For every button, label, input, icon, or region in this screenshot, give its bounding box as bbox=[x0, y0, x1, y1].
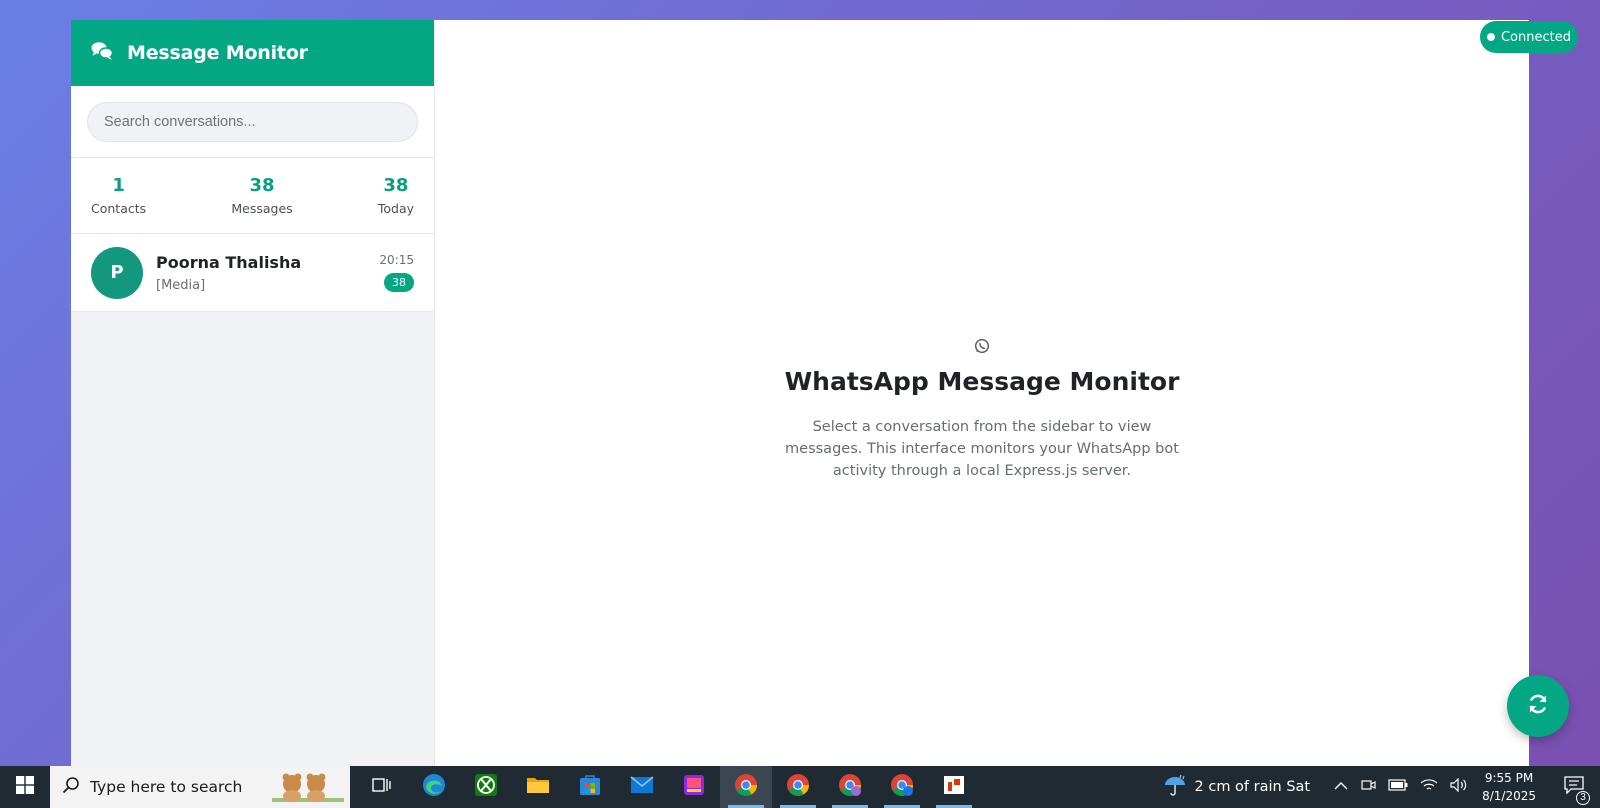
chrome-icon bbox=[838, 773, 862, 802]
microsoft-store-app[interactable] bbox=[564, 766, 616, 808]
chevron-up-icon[interactable] bbox=[1334, 778, 1348, 796]
sidebar-header: Message Monitor bbox=[71, 20, 434, 86]
weather-text: 2 cm of rain Sat bbox=[1194, 779, 1311, 795]
paint-app[interactable] bbox=[668, 766, 720, 808]
xbox-icon bbox=[474, 773, 498, 802]
conversation-body: Poorna Thalisha [Media] bbox=[156, 253, 379, 293]
taskbar-apps bbox=[356, 766, 980, 808]
battery-icon[interactable] bbox=[1388, 778, 1408, 796]
stat-today: 38 Today bbox=[378, 175, 414, 216]
wifi-icon[interactable] bbox=[1420, 778, 1438, 797]
contact-name: Poorna Thalisha bbox=[156, 252, 302, 272]
stat-value: 38 bbox=[249, 175, 275, 196]
store-icon bbox=[578, 773, 602, 802]
chrome-icon bbox=[890, 773, 914, 802]
umbrella-rain-icon bbox=[1163, 773, 1187, 801]
chrome-icon bbox=[734, 773, 758, 802]
chrome-app[interactable] bbox=[876, 766, 928, 808]
stat-value: 1 bbox=[112, 175, 125, 196]
stat-messages: 38 Messages bbox=[231, 175, 292, 216]
search-input[interactable] bbox=[87, 102, 418, 142]
mail-app[interactable] bbox=[616, 766, 668, 808]
stat-label: Messages bbox=[231, 201, 293, 216]
file-explorer-app[interactable] bbox=[512, 766, 564, 808]
paint-app-icon bbox=[682, 773, 706, 802]
edge-app[interactable] bbox=[408, 766, 460, 808]
chrome-icon bbox=[786, 773, 810, 802]
refresh-icon bbox=[1526, 692, 1550, 721]
weather-widget[interactable]: 2 cm of rain Sat bbox=[1163, 773, 1311, 801]
clock-time: 9:55 PM bbox=[1484, 771, 1534, 785]
taskbar-search[interactable]: Type here to search bbox=[50, 766, 350, 808]
welcome-description: Select a conversation from the sidebar t… bbox=[785, 419, 1179, 479]
connection-status-label: Connected bbox=[1500, 29, 1571, 45]
task-view-button[interactable] bbox=[356, 766, 408, 808]
status-dot-icon bbox=[1486, 33, 1495, 41]
chrome-app[interactable] bbox=[772, 766, 824, 808]
sidebar-title: Message Monitor bbox=[127, 42, 308, 64]
whatsapp-icon bbox=[974, 338, 990, 359]
stats-bar: 1 Contacts 38 Messages 38 Today bbox=[71, 158, 434, 234]
stat-contacts: 1 Contacts bbox=[91, 175, 146, 216]
connection-status-badge: Connected bbox=[1480, 21, 1578, 53]
conversation-item[interactable]: P Poorna Thalisha [Media] 20:15 38 bbox=[71, 234, 434, 312]
main-panel: WhatsApp Message Monitor Select a conver… bbox=[435, 20, 1529, 766]
start-button[interactable] bbox=[0, 766, 50, 808]
app-window: Message Monitor 1 Contacts 38 Messages 3… bbox=[71, 20, 1529, 766]
refresh-button[interactable] bbox=[1507, 675, 1569, 737]
search-highlight-image bbox=[272, 772, 344, 804]
tray-icons bbox=[1334, 777, 1468, 798]
system-tray: 2 cm of rain Sat 9:55 PM 8/1/2025 3 bbox=[1163, 766, 1600, 808]
chrome-app[interactable] bbox=[824, 766, 876, 808]
avatar: P bbox=[91, 246, 143, 299]
stat-value: 38 bbox=[383, 175, 409, 196]
windows-logo-icon bbox=[16, 775, 34, 799]
clock-date: 8/1/2025 bbox=[1482, 789, 1536, 803]
xbox-app[interactable] bbox=[460, 766, 512, 808]
conversation-time: 20:15 bbox=[379, 253, 414, 267]
notification-center-button[interactable]: 3 bbox=[1556, 775, 1592, 805]
unread-badge: 38 bbox=[384, 273, 414, 292]
taskbar-search-text: Type here to search bbox=[90, 778, 243, 796]
taskbar: Type here to search 2 cm of rain Sat 9:5… bbox=[0, 766, 1600, 808]
search-container bbox=[71, 86, 434, 158]
edge-icon bbox=[422, 773, 446, 802]
search-icon bbox=[62, 776, 80, 798]
sidebar: Message Monitor 1 Contacts 38 Messages 3… bbox=[71, 20, 435, 766]
stat-label: Contacts bbox=[91, 201, 147, 216]
welcome-panel: WhatsApp Message Monitor Select a conver… bbox=[435, 338, 1529, 482]
meet-now-icon[interactable] bbox=[1360, 777, 1376, 798]
office-app[interactable] bbox=[928, 766, 980, 808]
clock[interactable]: 9:55 PM 8/1/2025 bbox=[1482, 769, 1536, 805]
folder-icon bbox=[526, 775, 550, 800]
volume-icon[interactable] bbox=[1450, 777, 1468, 797]
conversation-meta: 20:15 38 bbox=[379, 253, 414, 292]
stat-label: Today bbox=[377, 201, 414, 216]
chat-bubbles-icon bbox=[91, 41, 114, 66]
mail-icon bbox=[630, 775, 654, 800]
chrome-app-active[interactable] bbox=[720, 766, 772, 808]
task-view-icon bbox=[372, 777, 392, 798]
notification-count: 3 bbox=[1576, 790, 1590, 805]
message-preview: [Media] bbox=[156, 277, 206, 293]
welcome-title: WhatsApp Message Monitor bbox=[784, 367, 1180, 396]
office-icon bbox=[942, 774, 966, 801]
